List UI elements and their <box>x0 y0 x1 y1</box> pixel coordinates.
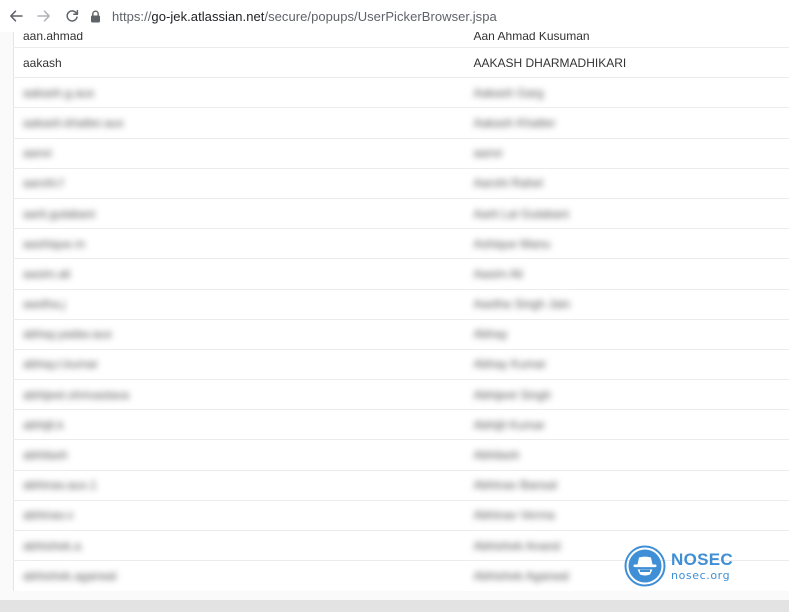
url-path: /secure/popups/UserPickerBrowser.jspa <box>264 8 497 24</box>
user-full-name[interactable]: Abhijeet Singh <box>464 379 789 410</box>
user-full-name[interactable]: Aakash Garg <box>464 77 789 108</box>
window-bottom-bar <box>0 600 789 612</box>
user-row[interactable]: aanvi aanvi <box>13 137 789 169</box>
arrow-right-icon <box>37 10 50 22</box>
user-username[interactable]: abhinav.aux.1 <box>13 469 465 501</box>
user-username[interactable]: aastha.j <box>13 288 465 320</box>
user-full-name[interactable]: Ashique Manu <box>464 228 789 259</box>
user-row[interactable]: abhay.t.kumar Abhay Kumar <box>13 348 789 380</box>
arrow-left-icon <box>10 10 23 22</box>
user-row[interactable]: aakash.g.aux Aakash Garg <box>13 77 789 108</box>
user-full-name[interactable]: Abhijit Kumar <box>464 409 789 440</box>
detective-hat-icon <box>624 545 666 587</box>
user-row[interactable]: abhijit.k Abhijit Kumar <box>13 409 789 440</box>
user-full-name[interactable]: Aakash Khatter <box>464 107 789 139</box>
user-username[interactable]: aanvi <box>13 137 465 169</box>
user-username[interactable]: aakash.khatter.aux <box>13 107 465 139</box>
user-username[interactable]: abhay.yadav.aux <box>13 318 465 350</box>
user-row[interactable]: aastha.j Aastha Singh Jain <box>13 288 789 320</box>
reload-icon <box>66 9 79 22</box>
browser-toolbar: https://go-jek.atlassian.net/secure/popu… <box>0 0 789 32</box>
user-full-name[interactable]: Abhilash <box>464 439 789 471</box>
page-content: aan.ahmad Aan Ahmad Kusuman aakash AAKASH D… <box>0 32 789 600</box>
user-username[interactable]: abhishek.agarwal <box>13 560 465 591</box>
forward-button[interactable] <box>30 2 58 30</box>
user-row[interactable]: abhinav.v Abhinav Verma <box>13 499 789 531</box>
user-full-name[interactable]: AAKASH DHARMADHIKARI <box>464 46 789 78</box>
user-full-name[interactable]: Aasim Ali <box>464 258 789 289</box>
user-username[interactable]: aakash.g.aux <box>13 77 465 108</box>
user-row[interactable]: aashique.m Ashique Manu <box>13 228 789 259</box>
user-row[interactable]: aan.ahmad Aan Ahmad Kusuman <box>13 32 789 48</box>
lock-icon <box>90 9 104 23</box>
user-full-name[interactable]: Aan Ahmad Kusuman <box>464 32 789 48</box>
user-username[interactable]: abhay.t.kumar <box>13 348 465 380</box>
user-row[interactable]: abhay.yadav.aux Abhay <box>13 318 789 350</box>
user-full-name[interactable]: Abhinav Verma <box>464 499 789 531</box>
user-username[interactable]: aan.ahmad <box>13 32 465 48</box>
user-username[interactable]: aashique.m <box>13 228 465 259</box>
user-row[interactable]: aakash AAKASH DHARMADHIKARI <box>13 46 789 78</box>
url-scheme: https:// <box>112 8 152 24</box>
watermark-site: nosec.org <box>671 569 731 582</box>
url-host: go-jek.atlassian.net <box>151 8 265 24</box>
user-rows: aan.ahmad Aan Ahmad Kusuman aakash AAKASH D… <box>13 32 789 591</box>
reload-button[interactable] <box>58 2 86 30</box>
user-username[interactable]: abhijeet.shrivastava <box>13 379 465 410</box>
user-row[interactable]: abhilash Abhilash <box>13 439 789 471</box>
user-full-name[interactable]: Abhinav Bansal <box>464 469 789 501</box>
user-row[interactable]: aakash.khatter.aux Aakash Khatter <box>13 107 789 139</box>
user-username[interactable]: aarohi.f <box>13 167 465 199</box>
user-row[interactable]: abhinav.aux.1 Abhinav Bansal <box>13 469 789 501</box>
user-full-name[interactable]: Aastha Singh Jain <box>464 288 789 320</box>
user-username[interactable]: aasim.ali <box>13 258 465 289</box>
user-username[interactable]: abhinav.v <box>13 499 465 531</box>
user-row[interactable]: aarohi.f Aarohi Rahel <box>13 167 789 199</box>
back-button[interactable] <box>2 2 30 30</box>
user-username[interactable]: abhishek.a <box>13 529 465 561</box>
user-full-name[interactable]: Aarti Lal Gulabani <box>464 197 789 229</box>
user-username[interactable]: aarti.gulabani <box>13 197 465 229</box>
user-full-name[interactable]: Abhay Kumar <box>464 348 789 380</box>
user-row[interactable]: aasim.ali Aasim Ali <box>13 258 789 289</box>
user-row[interactable]: aarti.gulabani Aarti Lal Gulabani <box>13 197 789 229</box>
user-username[interactable]: abhijit.k <box>13 409 465 440</box>
user-row[interactable]: abhijeet.shrivastava Abhijeet Singh <box>13 379 789 410</box>
address-bar[interactable]: https://go-jek.atlassian.net/secure/popu… <box>90 4 497 28</box>
user-full-name[interactable]: aanvi <box>464 137 789 169</box>
user-full-name[interactable]: Aarohi Rahel <box>464 167 789 199</box>
user-username[interactable]: aakash <box>13 46 465 78</box>
user-full-name[interactable]: Abhay <box>464 318 789 350</box>
user-picker-table: aan.ahmad Aan Ahmad Kusuman aakash AAKASH D… <box>13 32 789 591</box>
watermark-brand: NOSEC <box>671 550 733 569</box>
nosec-watermark: NOSEC nosec.org <box>624 545 733 587</box>
user-username[interactable]: abhilash <box>13 439 465 471</box>
